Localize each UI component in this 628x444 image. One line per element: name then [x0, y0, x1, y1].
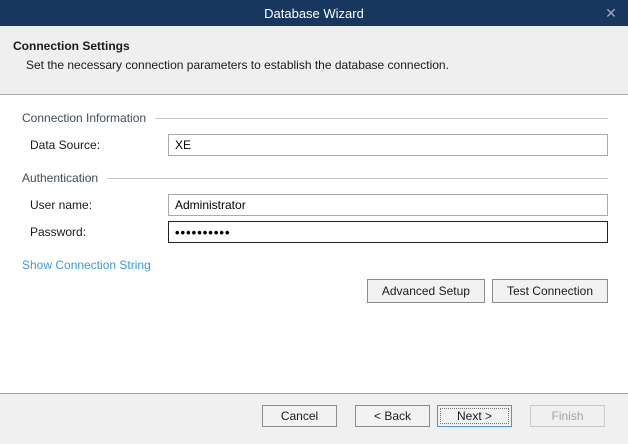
group-divider-line: [155, 118, 608, 119]
password-input[interactable]: [168, 221, 608, 243]
page-subtitle: Set the necessary connection parameters …: [26, 58, 615, 72]
user-name-input[interactable]: [168, 194, 608, 216]
show-connection-string-link[interactable]: Show Connection String: [22, 258, 151, 272]
close-icon[interactable]: ✕: [594, 0, 628, 26]
wizard-step-header: Connection Settings Set the necessary co…: [0, 26, 628, 95]
data-source-label: Data Source:: [20, 138, 168, 152]
data-source-input[interactable]: [168, 134, 608, 156]
action-button-row: Advanced Setup Test Connection: [20, 279, 608, 303]
user-name-label: User name:: [20, 198, 168, 212]
back-button[interactable]: < Back: [355, 405, 430, 427]
title-bar: Database Wizard ✕: [0, 0, 628, 26]
next-button[interactable]: Next >: [437, 405, 512, 427]
window-title: Database Wizard: [264, 6, 364, 21]
password-row: Password:: [20, 221, 608, 243]
wizard-footer: Cancel < Back Next > Finish: [0, 393, 628, 444]
page-title: Connection Settings: [13, 39, 615, 53]
group-divider-line: [107, 178, 608, 179]
group-connection-information: Connection Information: [22, 111, 608, 125]
group-connection-information-label: Connection Information: [22, 111, 146, 125]
password-label: Password:: [20, 225, 168, 239]
advanced-setup-button[interactable]: Advanced Setup: [367, 279, 485, 303]
test-connection-button[interactable]: Test Connection: [492, 279, 608, 303]
user-name-row: User name:: [20, 194, 608, 216]
finish-button: Finish: [530, 405, 605, 427]
wizard-body: Connection Information Data Source: Auth…: [0, 95, 628, 303]
data-source-row: Data Source:: [20, 134, 608, 156]
group-authentication: Authentication: [22, 171, 608, 185]
group-authentication-label: Authentication: [22, 171, 98, 185]
cancel-button[interactable]: Cancel: [262, 405, 337, 427]
database-wizard-window: Database Wizard ✕ Connection Settings Se…: [0, 0, 628, 444]
spacer: [20, 161, 608, 171]
